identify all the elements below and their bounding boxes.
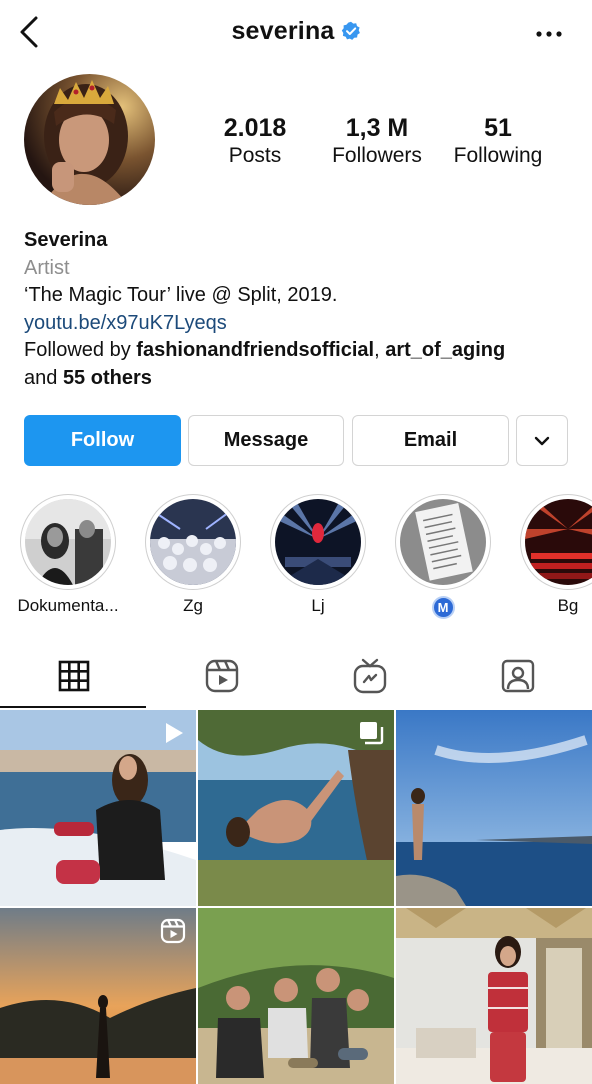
profile-avatar[interactable] — [24, 74, 155, 205]
tab-igtv[interactable] — [296, 648, 444, 708]
followed-by-others[interactable]: 55 others — [63, 367, 152, 389]
stat-followers[interactable]: 1,3 M Followers — [322, 113, 432, 169]
followed-by-others-line[interactable]: and 55 others — [24, 365, 574, 393]
highlight-label: Bg — [557, 596, 579, 615]
follow-button[interactable]: Follow — [24, 415, 181, 466]
m-badge-icon: M — [431, 596, 455, 619]
verified-badge-icon — [341, 19, 361, 40]
following-count: 51 — [484, 114, 512, 142]
post-thumbnail[interactable] — [396, 710, 592, 906]
tab-posts-grid[interactable] — [0, 648, 148, 708]
profile-category: Artist — [24, 256, 70, 279]
post-thumbnail[interactable] — [0, 710, 196, 906]
posts-count: 2.018 — [223, 114, 287, 142]
profile-bio: Severina Artist ‘The Magic Tour’ live @ … — [24, 227, 574, 392]
highlight-label: Lj — [311, 596, 325, 615]
reels-icon — [205, 659, 239, 698]
post-thumbnail[interactable] — [0, 908, 196, 1084]
igtv-icon — [353, 658, 387, 699]
followed-by-user-1[interactable]: fashionandfriendsofficial — [136, 339, 374, 361]
grid-icon — [58, 660, 90, 697]
highlight-lj[interactable]: Lj — [269, 494, 367, 615]
profile-tabs — [0, 648, 592, 708]
followed-by-separator: , — [374, 339, 386, 361]
tab-reels[interactable] — [148, 648, 296, 708]
followed-by-and: and — [24, 366, 63, 389]
profile-username-title: severina — [0, 17, 592, 46]
bio-text: ‘The Magic Tour’ live @ Split, 2019. — [24, 284, 338, 306]
highlight-cover-image — [275, 499, 361, 585]
following-label: Following — [453, 144, 543, 167]
highlight-label: Zg — [183, 596, 203, 615]
multiple-photos-icon — [358, 720, 384, 751]
post-thumbnail[interactable] — [198, 908, 394, 1084]
followed-by-prefix: Followed by — [24, 339, 137, 361]
reels-icon — [160, 918, 186, 949]
highlight-bg[interactable]: Bg — [519, 494, 592, 615]
highlight-zg[interactable]: Zg — [144, 494, 242, 615]
posts-label: Posts — [228, 144, 282, 167]
highlight-cover-image — [25, 499, 111, 585]
tab-tagged[interactable] — [444, 648, 592, 708]
tagged-person-icon — [501, 659, 535, 698]
followed-by-user-2[interactable]: art_of_aging — [385, 339, 505, 361]
highlight-label: Dokumenta... — [17, 596, 119, 615]
reel-play-icon — [160, 720, 186, 751]
username: severina — [231, 17, 335, 45]
profile-display-name: Severina — [24, 229, 108, 251]
stat-posts[interactable]: 2.018 Posts — [205, 113, 305, 169]
top-bar: severina — [0, 0, 592, 68]
suggested-dropdown-button[interactable] — [516, 415, 568, 466]
post-thumbnail[interactable] — [198, 710, 394, 906]
email-button[interactable]: Email — [352, 415, 509, 466]
chevron-down-icon — [534, 429, 550, 452]
message-button[interactable]: Message — [188, 415, 344, 466]
followers-count: 1,3 M — [345, 114, 409, 142]
highlight-dokumenta[interactable]: Dokumenta... — [17, 494, 119, 615]
bio-link[interactable]: youtu.be/x97uK7Lyeqs — [24, 310, 574, 338]
followed-by-line[interactable]: Followed by fashionandfriendsofficial, a… — [24, 337, 574, 365]
highlight-cover-image — [400, 499, 486, 585]
stat-following[interactable]: 51 Following — [448, 113, 548, 169]
active-tab-indicator — [0, 706, 146, 708]
highlight-cover-image — [150, 499, 236, 585]
post-thumbnail[interactable] — [396, 908, 592, 1084]
followers-label: Followers — [332, 144, 422, 167]
highlight-cover-image — [525, 499, 592, 585]
highlight-m[interactable]: M — [394, 494, 492, 619]
highlight-label: M — [379, 596, 507, 619]
more-horizontal-icon[interactable] — [534, 22, 564, 42]
